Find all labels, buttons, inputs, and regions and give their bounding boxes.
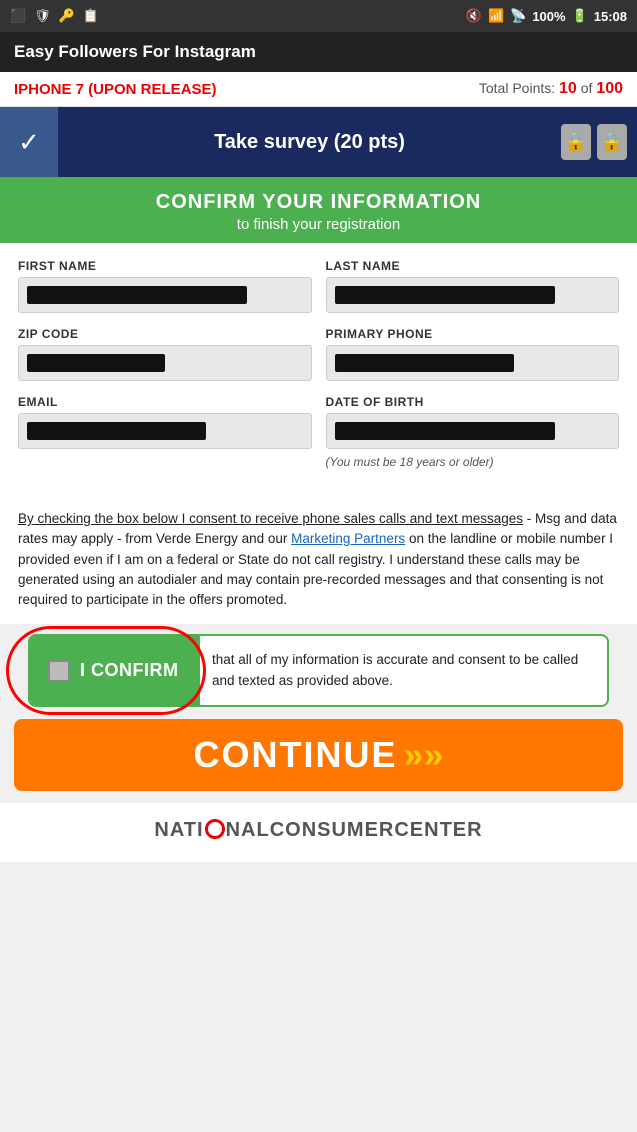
first-name-input[interactable] [18,277,312,313]
phone-group: PRIMARY PHONE [326,327,620,381]
prize-title: IPHONE 7 (UPON RELEASE) [14,81,217,98]
zip-code-input[interactable] [18,345,312,381]
survey-banner[interactable]: ✓ Take survey (20 pts) 🔒 🔒 [0,107,637,177]
zip-redacted [27,354,165,372]
consent-link-text[interactable]: By checking the box below I consent to r… [18,511,523,526]
survey-label: Take survey (20 pts) [214,131,405,153]
email-group: EMAIL [18,395,312,469]
confirm-area: I CONFIRM that all of my information is … [14,634,623,707]
footer: NATI NALCONSUMERCENTER [0,803,637,862]
signal-icon: 📡 [510,8,526,24]
clock: 15:08 [594,9,627,24]
status-bar: ⬛ 🛡 🔑 📋 🔇 📶 📡 100% 🔋 15:08 [0,0,637,32]
name-row: FIRST NAME LAST NAME [18,259,619,313]
dob-redacted [335,422,555,440]
logo-nal: NALCONSUMERCENTER [226,819,483,841]
email-input[interactable] [18,413,312,449]
sim-icon: 📋 [83,8,99,24]
survey-locks: 🔒 🔒 [561,124,637,160]
zip-phone-row: ZIP CODE PRIMARY PHONE [18,327,619,381]
phone-input[interactable] [326,345,620,381]
confirm-description: that all of my information is accurate a… [200,636,607,705]
dob-group: DATE OF BIRTH (You must be 18 years or o… [326,395,620,469]
last-name-redacted [335,286,555,304]
dob-label: DATE OF BIRTH [326,395,620,409]
lock-icon-2: 🔒 [597,124,627,160]
survey-text-wrap: Take survey (20 pts) [58,131,561,154]
points-total: 100 [596,80,623,97]
points-current: 10 [559,80,577,97]
logo-nati: NATI [154,819,203,841]
continue-button[interactable]: CONTINUE »» [14,719,623,791]
points-of: of [581,80,593,96]
last-name-label: LAST NAME [326,259,620,273]
lock-icon-1: 🔒 [561,124,591,160]
footer-logo: NATI NALCONSUMERCENTER [0,819,637,842]
continue-label: CONTINUE [193,734,397,776]
key-icon: 🔑 [59,8,75,24]
shield-icon: 🛡 [34,8,51,24]
battery-icon: 🔋 [572,8,588,24]
confirm-btn-label: I CONFIRM [80,660,179,681]
form-section: FIRST NAME LAST NAME ZIP CODE PRIMARY PH… [0,243,637,499]
logo-circle-o [205,819,225,839]
confirm-header: CONFIRM YOUR INFORMATION to finish your … [0,177,637,243]
dob-input[interactable] [326,413,620,449]
email-label: EMAIL [18,395,312,409]
wifi-icon: 📶 [488,8,504,24]
first-name-label: FIRST NAME [18,259,312,273]
mute-icon: 🔇 [466,8,482,24]
email-redacted [27,422,206,440]
points-label: Total Points: [479,80,555,96]
marketing-partners-link[interactable]: Marketing Partners [291,531,405,546]
status-icons: ⬛ 🛡 🔑 📋 [10,8,99,24]
first-name-redacted [27,286,247,304]
zip-code-group: ZIP CODE [18,327,312,381]
battery-percent: 100% [532,9,565,24]
app-header: Easy Followers For Instagram [0,32,637,72]
consent-section: By checking the box below I consent to r… [0,499,637,624]
email-dob-row: EMAIL DATE OF BIRTH (You must be 18 year… [18,395,619,469]
confirm-header-title: CONFIRM YOUR INFORMATION [10,191,627,214]
last-name-group: LAST NAME [326,259,620,313]
first-name-group: FIRST NAME [18,259,312,313]
zip-code-label: ZIP CODE [18,327,312,341]
dob-note: (You must be 18 years or older) [326,455,620,469]
confirm-checkbox[interactable] [48,660,70,682]
prize-bar: IPHONE 7 (UPON RELEASE) Total Points: 10… [0,72,637,107]
screenshot-icon: ⬛ [10,8,26,24]
status-right: 🔇 📶 📡 100% 🔋 15:08 [466,8,627,24]
points-display: Total Points: 10 of 100 [479,80,623,98]
phone-label: PRIMARY PHONE [326,327,620,341]
phone-redacted [335,354,514,372]
last-name-input[interactable] [326,277,620,313]
continue-arrows: »» [403,734,443,776]
app-title: Easy Followers For Instagram [14,42,256,61]
confirm-box[interactable]: I CONFIRM that all of my information is … [28,634,609,707]
confirm-button[interactable]: I CONFIRM [30,636,200,705]
survey-check-icon: ✓ [0,107,58,177]
confirm-header-subtitle: to finish your registration [10,216,627,233]
